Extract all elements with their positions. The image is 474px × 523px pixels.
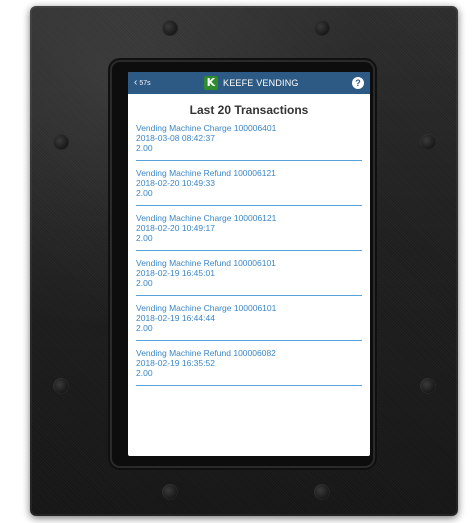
- transaction-datetime: 2018-02-19 16:45:01: [136, 268, 215, 278]
- transaction-description: Vending Machine Refund 100006082: [136, 348, 276, 358]
- transaction-item[interactable]: Vending Machine Refund 100006121 2018-02…: [136, 168, 362, 206]
- session-timer: 57s: [139, 79, 151, 87]
- mount-screw-icon: [420, 378, 436, 394]
- chevron-left-icon: ‹: [134, 77, 138, 88]
- transaction-datetime: 2018-02-19 16:35:52: [136, 358, 215, 368]
- transaction-amount: 2.00: [136, 188, 153, 198]
- transaction-datetime: 2018-02-20 10:49:33: [136, 178, 215, 188]
- mount-screw-icon: [162, 484, 178, 500]
- mount-screw-icon: [314, 484, 330, 500]
- transaction-item[interactable]: Vending Machine Charge 100006401 2018-03…: [136, 123, 362, 161]
- back-button[interactable]: ‹ 57s: [134, 78, 151, 88]
- transaction-datetime: 2018-02-19 16:44:44: [136, 313, 215, 323]
- help-icon[interactable]: ?: [351, 77, 364, 89]
- transaction-item[interactable]: Vending Machine Charge 100006101 2018-02…: [136, 303, 362, 341]
- transaction-item[interactable]: Vending Machine Refund 100006101 2018-02…: [136, 258, 362, 296]
- transaction-amount: 2.00: [136, 323, 153, 333]
- app-header: ‹ 57s K KEEFE VENDING ?: [128, 72, 370, 94]
- mount-screw-icon: [420, 134, 436, 150]
- mount-screw-icon: [314, 20, 330, 36]
- transaction-amount: 2.00: [136, 143, 153, 153]
- brand-logo: K KEEFE VENDING: [204, 76, 299, 90]
- transaction-description: Vending Machine Refund 100006121: [136, 168, 276, 178]
- transaction-description: Vending Machine Charge 100006121: [136, 213, 277, 223]
- brand-name: KEEFE VENDING: [223, 78, 299, 88]
- mount-screw-icon: [53, 378, 69, 394]
- transaction-amount: 2.00: [136, 368, 153, 378]
- mount-screw-icon: [162, 20, 178, 36]
- transaction-description: Vending Machine Charge 100006401: [136, 123, 277, 133]
- transaction-amount: 2.00: [136, 278, 153, 288]
- transaction-datetime: 2018-03-08 08:42:37: [136, 133, 215, 143]
- transaction-description: Vending Machine Refund 100006101: [136, 258, 276, 268]
- transaction-list: Vending Machine Charge 100006401 2018-03…: [128, 123, 370, 386]
- transaction-amount: 2.00: [136, 233, 153, 243]
- touch-screen: ‹ 57s K KEEFE VENDING ? Last 20 Transact…: [128, 72, 370, 456]
- transaction-item[interactable]: Vending Machine Refund 100006082 2018-02…: [136, 348, 362, 386]
- mount-screw-icon: [53, 134, 69, 150]
- transaction-item[interactable]: Vending Machine Charge 100006121 2018-02…: [136, 213, 362, 251]
- transaction-datetime: 2018-02-20 10:49:17: [136, 223, 215, 233]
- transaction-description: Vending Machine Charge 100006101: [136, 303, 277, 313]
- page-title: Last 20 Transactions: [189, 103, 309, 117]
- keefe-k-icon: K: [204, 76, 218, 90]
